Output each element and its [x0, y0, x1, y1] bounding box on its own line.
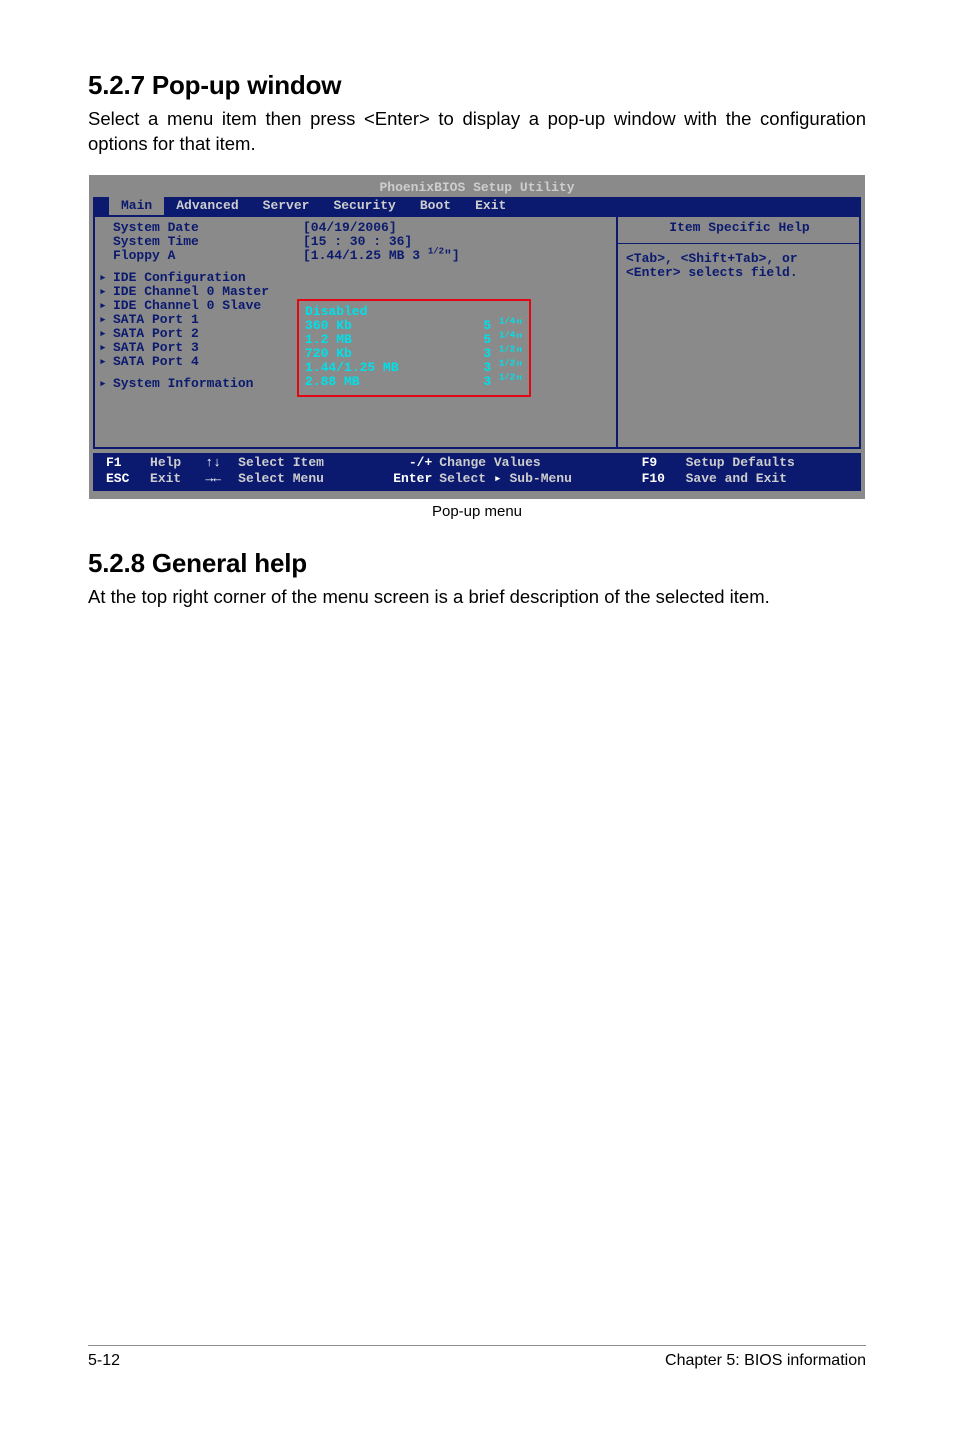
footer-key-esc: ESC [105, 471, 149, 487]
popup-size-unit: " [515, 346, 523, 361]
submenu-arrow-icon: ▸ [99, 271, 113, 285]
bios-row-system-date[interactable]: System Date [04/19/2006] [95, 221, 616, 235]
bios-help-title: Item Specific Help [626, 221, 853, 235]
bios-tab-server[interactable]: Server [251, 197, 322, 215]
popup-size-unit: " [515, 318, 523, 333]
popup-size-frac: 1/2 [499, 345, 515, 355]
bios-tab-main[interactable]: Main [109, 197, 164, 215]
submenu-arrow-icon: ▸ [99, 355, 113, 369]
footer-label-exit: Exit [149, 471, 204, 487]
footer-key-f9: F9 [641, 455, 685, 471]
popup-size-frac: 1/2 [499, 373, 515, 383]
footer-key-updown: ↑↓ [204, 455, 237, 471]
bios-row-system-time[interactable]: System Time [15 : 30 : 36] [95, 235, 616, 249]
bios-submenu-label: IDE Configuration [113, 271, 413, 285]
popup-size-num: 5 [483, 318, 491, 333]
bios-tab-security[interactable]: Security [321, 197, 407, 215]
footer-label-select-menu: Select Menu [237, 471, 371, 487]
chapter-title: Chapter 5: BIOS information [665, 1352, 866, 1370]
popup-size-frac: 1/4 [499, 317, 515, 327]
footer-submenu-arrow-icon: ▸ [494, 471, 502, 486]
popup-option-360kb[interactable]: 360 Kb 5 1/4" [305, 319, 523, 333]
bios-row-floppy-a[interactable]: Floppy A [1.44/1.25 MB 3 1/2"] [95, 249, 616, 263]
footer-key-plusminus: -/+ [372, 455, 439, 471]
popup-option-label: 2.88 MB [305, 375, 360, 389]
submenu-arrow-icon: ▸ [99, 285, 113, 299]
popup-option-label: 1.44/1.25 MB [305, 361, 399, 375]
bios-tab-boot[interactable]: Boot [408, 197, 463, 215]
section-5-2-7-title: 5.2.7 Pop-up window [88, 70, 866, 101]
popup-size-num: 3 [483, 346, 491, 361]
popup-size-frac: 1/4 [499, 331, 515, 341]
bios-label-floppy-a: Floppy A [113, 249, 299, 263]
popup-size-unit: " [515, 332, 523, 347]
popup-option-720kb[interactable]: 720 Kb 3 1/2" [305, 347, 523, 361]
footer-key-f10: F10 [641, 471, 685, 487]
page-footer: 5-12 Chapter 5: BIOS information [88, 1345, 866, 1370]
submenu-arrow-icon: ▸ [99, 377, 113, 391]
popup-option-288mb[interactable]: 2.88 MB 3 1/2" [305, 375, 523, 389]
popup-size-num: 5 [483, 332, 491, 347]
popup-option-label: 360 Kb [305, 319, 352, 333]
submenu-arrow-icon: ▸ [99, 327, 113, 341]
popup-size-num: 3 [483, 374, 491, 389]
section-5-2-8-body: At the top right corner of the menu scre… [88, 585, 866, 610]
footer-label-help: Help [149, 455, 204, 471]
popup-size-unit: " [515, 360, 523, 375]
footer-label-select-item: Select Item [237, 455, 371, 471]
bios-submenu-label: IDE Channel 0 Master [113, 285, 413, 299]
bios-submenu-ide-configuration[interactable]: ▸ IDE Configuration [95, 271, 616, 285]
popup-option-144mb[interactable]: 1.44/1.25 MB 3 1/2" [305, 361, 523, 375]
bios-label-system-time: System Time [113, 235, 299, 249]
footer-label-select-submenu: Select ▸ Sub-Menu [438, 471, 640, 487]
popup-option-label: 720 Kb [305, 347, 352, 361]
section-5-2-8-title: 5.2.8 General help [88, 548, 866, 579]
popup-option-disabled[interactable]: Disabled [305, 305, 523, 319]
bios-tab-advanced[interactable]: Advanced [164, 197, 250, 215]
popup-option-label: 1.2 MB [305, 333, 352, 347]
popup-option-12mb[interactable]: 1.2 MB 5 1/4" [305, 333, 523, 347]
floppy-a-pre: [1.44/1.25 MB 3 [303, 248, 428, 263]
popup-option-label: Disabled [305, 305, 367, 319]
footer-key-f1: F1 [105, 455, 149, 471]
submenu-arrow-icon: ▸ [99, 299, 113, 313]
bios-value-floppy-a: [1.44/1.25 MB 3 1/2"] [299, 249, 616, 263]
submenu-arrow-icon: ▸ [99, 341, 113, 355]
popup-size-num: 3 [483, 360, 491, 375]
bios-popup-menu[interactable]: Disabled 360 Kb 5 1/4" 1.2 MB 5 1/4" [297, 299, 531, 397]
bios-value-system-date: [04/19/2006] [299, 221, 616, 235]
floppy-a-sup: 1/2 [428, 247, 444, 257]
bios-footer-keys: F1 Help ↑↓ Select Item -/+ Change Values… [93, 453, 861, 491]
footer-submenu-post: Sub-Menu [502, 471, 572, 486]
bios-label-system-date: System Date [113, 221, 299, 235]
section-5-2-7-body: Select a menu item then press <Enter> to… [88, 107, 866, 157]
bios-help-panel: Item Specific Help <Tab>, <Shift+Tab>, o… [617, 215, 861, 449]
bios-menu-tabs: Main Advanced Server Security Boot Exit [93, 197, 861, 215]
footer-key-leftright: →← [204, 471, 237, 487]
footer-label-change-values: Change Values [438, 455, 640, 471]
popup-option-size: 3 1/2" [483, 375, 523, 389]
bios-figure-caption: Pop-up menu [89, 503, 865, 520]
bios-submenu-ide-ch0-master[interactable]: ▸ IDE Channel 0 Master [95, 285, 616, 299]
footer-key-enter: Enter [372, 471, 439, 487]
popup-size-unit: " [515, 374, 523, 389]
popup-size-frac: 1/2 [499, 359, 515, 369]
bios-value-system-time: [15 : 30 : 36] [299, 235, 616, 249]
bios-screenshot: PhoenixBIOS Setup Utility Main Advanced … [89, 175, 865, 520]
bios-tab-exit[interactable]: Exit [463, 197, 518, 215]
footer-label-save-exit: Save and Exit [685, 471, 853, 487]
bios-utility-title: PhoenixBIOS Setup Utility [93, 179, 861, 197]
bios-help-text: <Tab>, <Shift+Tab>, or <Enter> selects f… [626, 252, 853, 280]
footer-submenu-pre: Select [439, 471, 494, 486]
footer-label-setup-defaults: Setup Defaults [685, 455, 853, 471]
page-number: 5-12 [88, 1352, 120, 1370]
floppy-a-post: "] [444, 248, 460, 263]
submenu-arrow-icon: ▸ [99, 313, 113, 327]
